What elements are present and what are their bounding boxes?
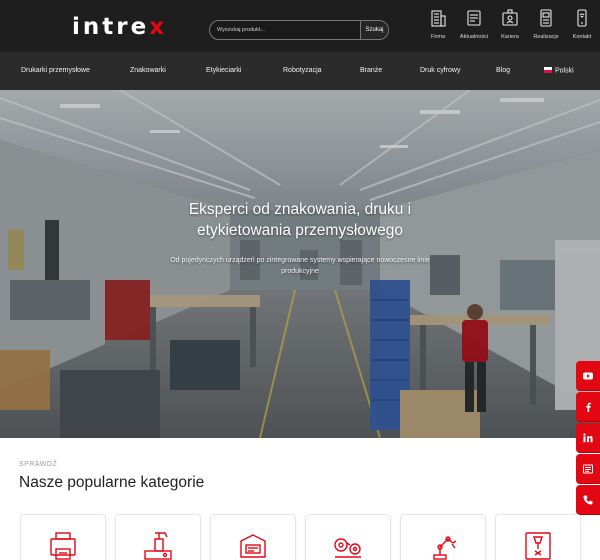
search-input[interactable] (210, 21, 360, 39)
top-link-firma[interactable]: Firma (420, 8, 456, 40)
top-link-aktualnosci[interactable]: Aktualności (456, 8, 492, 40)
phone-icon (583, 495, 593, 504)
category-card-robot[interactable] (400, 514, 486, 560)
hero-banner: Eksperci od znakowania, druku i etykieto… (0, 90, 600, 438)
unwinder-icon (334, 538, 361, 558)
printer-category-icon (50, 532, 76, 560)
facebook-button[interactable] (576, 392, 600, 422)
category-card-printer[interactable] (20, 514, 106, 560)
logo[interactable]: intrex (72, 14, 167, 40)
top-link-label: Aktualności (459, 34, 489, 40)
category-card-marking[interactable] (210, 514, 296, 560)
category-cards (20, 514, 581, 560)
call-button[interactable] (576, 485, 600, 515)
top-link-label: Kontakt (572, 34, 592, 40)
top-link-label: Kariera (501, 34, 519, 40)
top-header: intrex Szukaj Firma Aktualności Kariera (0, 0, 600, 52)
newsletter-icon (583, 464, 593, 473)
youtube-icon (583, 372, 593, 379)
top-link-kariera[interactable]: Kariera (492, 8, 528, 40)
label-applicator-icon (144, 532, 172, 560)
category-card-laser[interactable] (495, 514, 581, 560)
nav-item-znakowarki[interactable]: Znakowarki (130, 67, 166, 74)
laser-icon (525, 532, 551, 560)
top-link-label: Firma (430, 34, 446, 40)
linkedin-button[interactable] (576, 423, 600, 453)
top-link-realizacje[interactable]: Realizacje (528, 8, 564, 40)
nav-item-robotyzacja[interactable]: Robotyzacja (283, 67, 322, 74)
poland-flag-icon (544, 67, 552, 73)
linkedin-icon (583, 432, 593, 442)
projects-icon (540, 9, 552, 27)
social-sidebar (576, 361, 600, 516)
nav-item-blog[interactable]: Blog (496, 67, 510, 74)
top-link-label: Realizacje (533, 34, 559, 40)
hero-subtitle: Od pojedynczych urządzeń po zintegrowane… (170, 257, 430, 276)
robot-arm-icon (433, 536, 457, 560)
category-card-labeler[interactable] (115, 514, 201, 560)
nav-item-branze[interactable]: Branże (360, 67, 382, 74)
search-bar: Szukaj (209, 20, 389, 40)
youtube-button[interactable] (576, 361, 600, 391)
career-icon (502, 9, 518, 26)
top-link-kontakt[interactable]: Kontakt (564, 8, 600, 40)
language-switcher[interactable]: Polski (544, 67, 574, 75)
newsletter-button[interactable] (576, 454, 600, 484)
phone-icon (577, 9, 587, 27)
search-button[interactable]: Szukaj (360, 21, 388, 39)
category-card-unwinder[interactable] (305, 514, 391, 560)
facebook-icon (586, 402, 591, 412)
section-kicker: SPRAWDŹ (19, 461, 58, 468)
section-title: Nasze popularne kategorie (19, 474, 205, 491)
top-links: Firma Aktualności Kariera Realizacje Kon… (420, 8, 600, 40)
main-nav: Drukarki przemysłowe Znakowarki Etykieci… (0, 52, 600, 90)
nav-item-drukarki[interactable]: Drukarki przemysłowe (21, 67, 90, 74)
hero-title: Eksperci od znakowania, druku i etykieto… (188, 201, 412, 239)
news-icon (467, 10, 481, 26)
building-icon (431, 10, 446, 27)
marking-machine-icon (240, 534, 266, 558)
language-label: Polski (555, 67, 574, 75)
nav-item-etykieciarki[interactable]: Etykieciarki (206, 67, 241, 74)
nav-item-druk-cyfrowy[interactable]: Druk cyfrowy (420, 67, 460, 74)
